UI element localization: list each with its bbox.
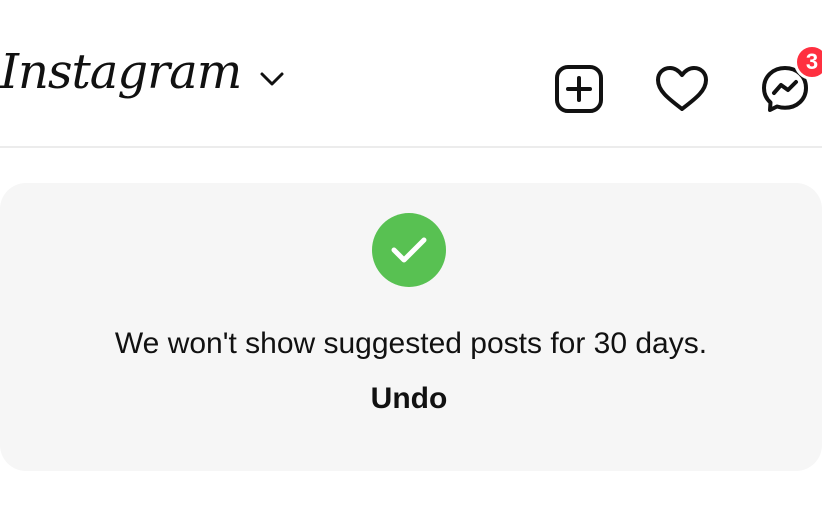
undo-button[interactable]: Undo [361, 381, 457, 417]
unread-messages-badge: 3 [794, 44, 822, 80]
heart-icon [656, 66, 708, 111]
chevron-down-icon [260, 72, 284, 86]
top-app-bar: Instagram 3 [0, 0, 822, 148]
notice-message: We won't show suggested posts for 30 day… [114, 327, 708, 360]
success-badge [372, 213, 446, 287]
check-icon [391, 237, 427, 263]
account-switcher[interactable]: Instagram [0, 48, 285, 96]
create-post-button[interactable] [552, 62, 606, 116]
plus-square-icon [555, 65, 603, 113]
instagram-logo: Instagram [0, 44, 242, 100]
direct-messages-button[interactable]: 3 [758, 44, 822, 116]
instagram-home-screen: Instagram 3 We won't show suggested post… [0, 0, 822, 522]
suggested-posts-notice: We won't show suggested posts for 30 day… [0, 183, 822, 471]
notifications-button[interactable] [655, 62, 709, 116]
